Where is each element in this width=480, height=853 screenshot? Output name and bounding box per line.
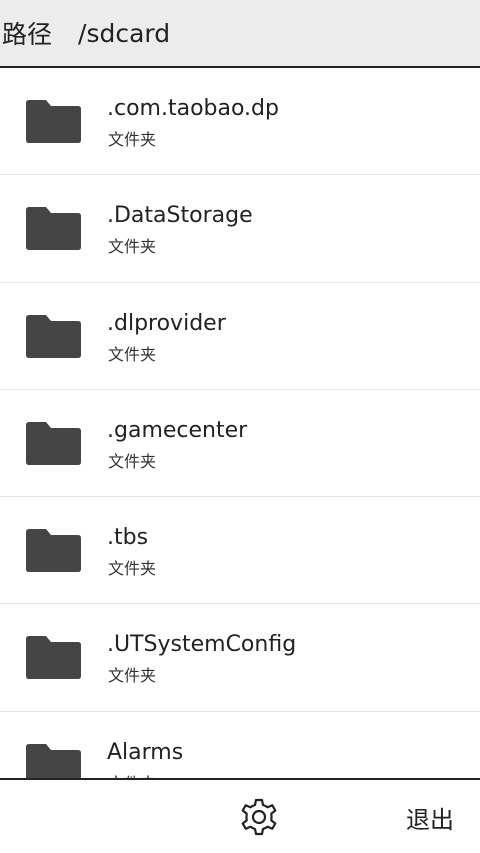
current-path: /sdcard [78, 18, 171, 48]
file-name: .com.taobao.dp [107, 96, 279, 121]
list-item[interactable]: .UTSystemConfig 文件夹 [0, 604, 480, 712]
folder-icon [26, 100, 81, 143]
bottom-toolbar: 退出 [0, 778, 480, 853]
path-label: 路径 [2, 20, 53, 49]
folder-icon [26, 421, 81, 465]
file-name: .dlprovider [107, 310, 226, 336]
path-bar: 路径 /sdcard [0, 0, 480, 68]
list-item[interactable]: .DataStorage 文件夹 [0, 175, 480, 283]
gear-icon [241, 798, 277, 836]
file-list[interactable]: .com.taobao.dp 文件夹 .DataStorage 文件夹 .dlp… [0, 68, 480, 778]
file-type: 文件夹 [108, 344, 157, 364]
list-item[interactable]: .gamecenter 文件夹 [0, 390, 480, 498]
folder-icon [26, 636, 81, 680]
file-name: .tbs [107, 525, 149, 551]
file-type: 文件夹 [108, 770, 156, 778]
file-type: 文件夹 [108, 666, 157, 686]
file-name: .DataStorage [107, 203, 253, 229]
file-type: 文件夹 [108, 237, 157, 257]
file-name: .gamecenter [107, 417, 248, 443]
exit-button[interactable]: 退出 [406, 800, 454, 835]
settings-button[interactable] [238, 796, 280, 838]
list-item[interactable]: .tbs 文件夹 [0, 497, 480, 605]
folder-icon [26, 207, 81, 251]
folder-icon [26, 743, 81, 778]
file-type: 文件夹 [108, 559, 157, 579]
file-name: .UTSystemConfig [107, 632, 297, 658]
file-type: 文件夹 [108, 451, 157, 471]
list-item[interactable]: Alarms 文件夹 [0, 712, 480, 778]
list-item[interactable]: .dlprovider 文件夹 [0, 283, 480, 390]
folder-icon [26, 314, 81, 358]
folder-icon [26, 529, 81, 573]
list-item[interactable]: .com.taobao.dp 文件夹 [0, 68, 480, 176]
file-name: Alarms [107, 739, 184, 765]
file-type: 文件夹 [108, 130, 157, 149]
